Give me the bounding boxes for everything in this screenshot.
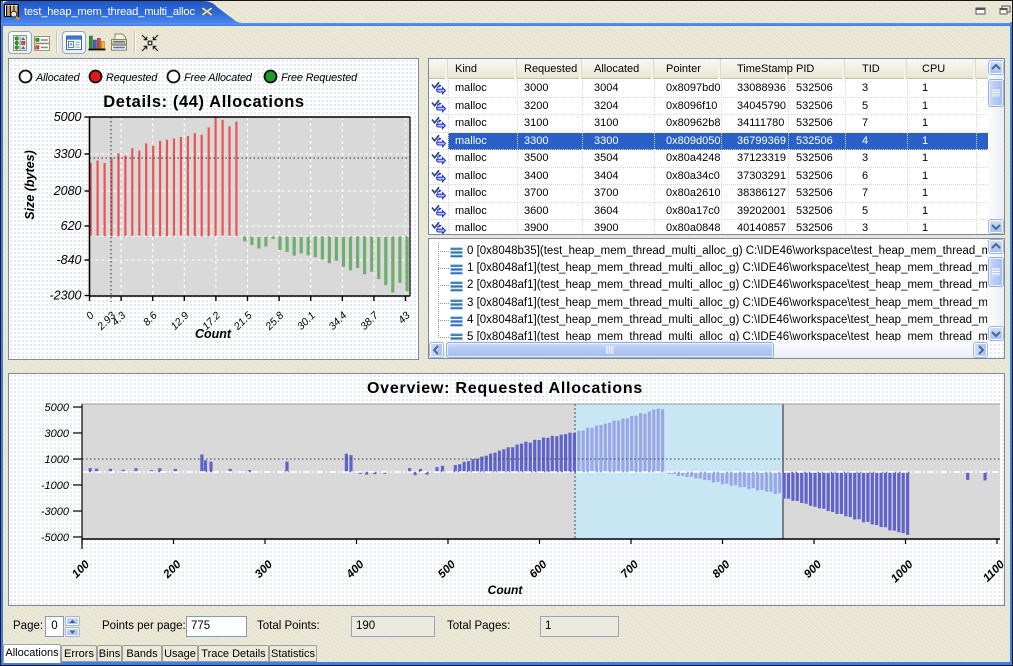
svg-text:800: 800 [711, 558, 733, 580]
svg-text:Overview: Requested Allocation: Overview: Requested Allocations [367, 380, 643, 397]
svg-text:400: 400 [344, 558, 367, 581]
svg-text:-1000: -1000 [41, 480, 70, 492]
svg-text:30.1: 30.1 [295, 310, 318, 333]
svg-text:21.5: 21.5 [231, 310, 255, 334]
svg-text:Free Requested: Free Requested [281, 72, 358, 84]
svg-text:2080: 2080 [53, 184, 82, 198]
svg-text:1000: 1000 [45, 454, 70, 466]
svg-text:Free Allocated: Free Allocated [184, 72, 253, 84]
svg-text:1000: 1000 [889, 558, 916, 585]
svg-text:-3000: -3000 [41, 506, 70, 518]
svg-text:43: 43 [396, 310, 413, 327]
svg-text:900: 900 [802, 558, 824, 580]
svg-text:3300: 3300 [54, 147, 82, 161]
svg-text:25.8: 25.8 [263, 310, 287, 334]
svg-text:12.9: 12.9 [168, 310, 191, 333]
svg-text:38.7: 38.7 [358, 309, 382, 333]
svg-text:5000: 5000 [45, 402, 70, 414]
svg-text:1100: 1100 [981, 558, 1004, 584]
svg-text:Allocated: Allocated [35, 72, 81, 84]
svg-text:500: 500 [436, 558, 458, 580]
svg-text:300: 300 [253, 558, 275, 580]
svg-text:200: 200 [161, 558, 184, 581]
svg-text:600: 600 [528, 558, 550, 580]
svg-text:8.6: 8.6 [141, 310, 160, 329]
svg-text:-2300: -2300 [50, 289, 82, 303]
svg-text:700: 700 [619, 558, 641, 580]
svg-text:-5000: -5000 [41, 532, 70, 544]
svg-text:-840: -840 [56, 253, 81, 267]
svg-text:Size (bytes): Size (bytes) [23, 150, 37, 219]
svg-text:3000: 3000 [45, 428, 70, 440]
svg-text:Count: Count [488, 583, 524, 597]
svg-text:34.4: 34.4 [326, 310, 349, 333]
svg-text:0: 0 [84, 310, 97, 323]
svg-text:620: 620 [61, 219, 82, 233]
svg-text:Count: Count [195, 327, 232, 341]
svg-text:100: 100 [70, 558, 92, 580]
svg-text:5000: 5000 [54, 110, 82, 124]
svg-text:Requested: Requested [106, 72, 158, 84]
svg-text:Details: (44) Allocations: Details: (44) Allocations [103, 93, 304, 111]
